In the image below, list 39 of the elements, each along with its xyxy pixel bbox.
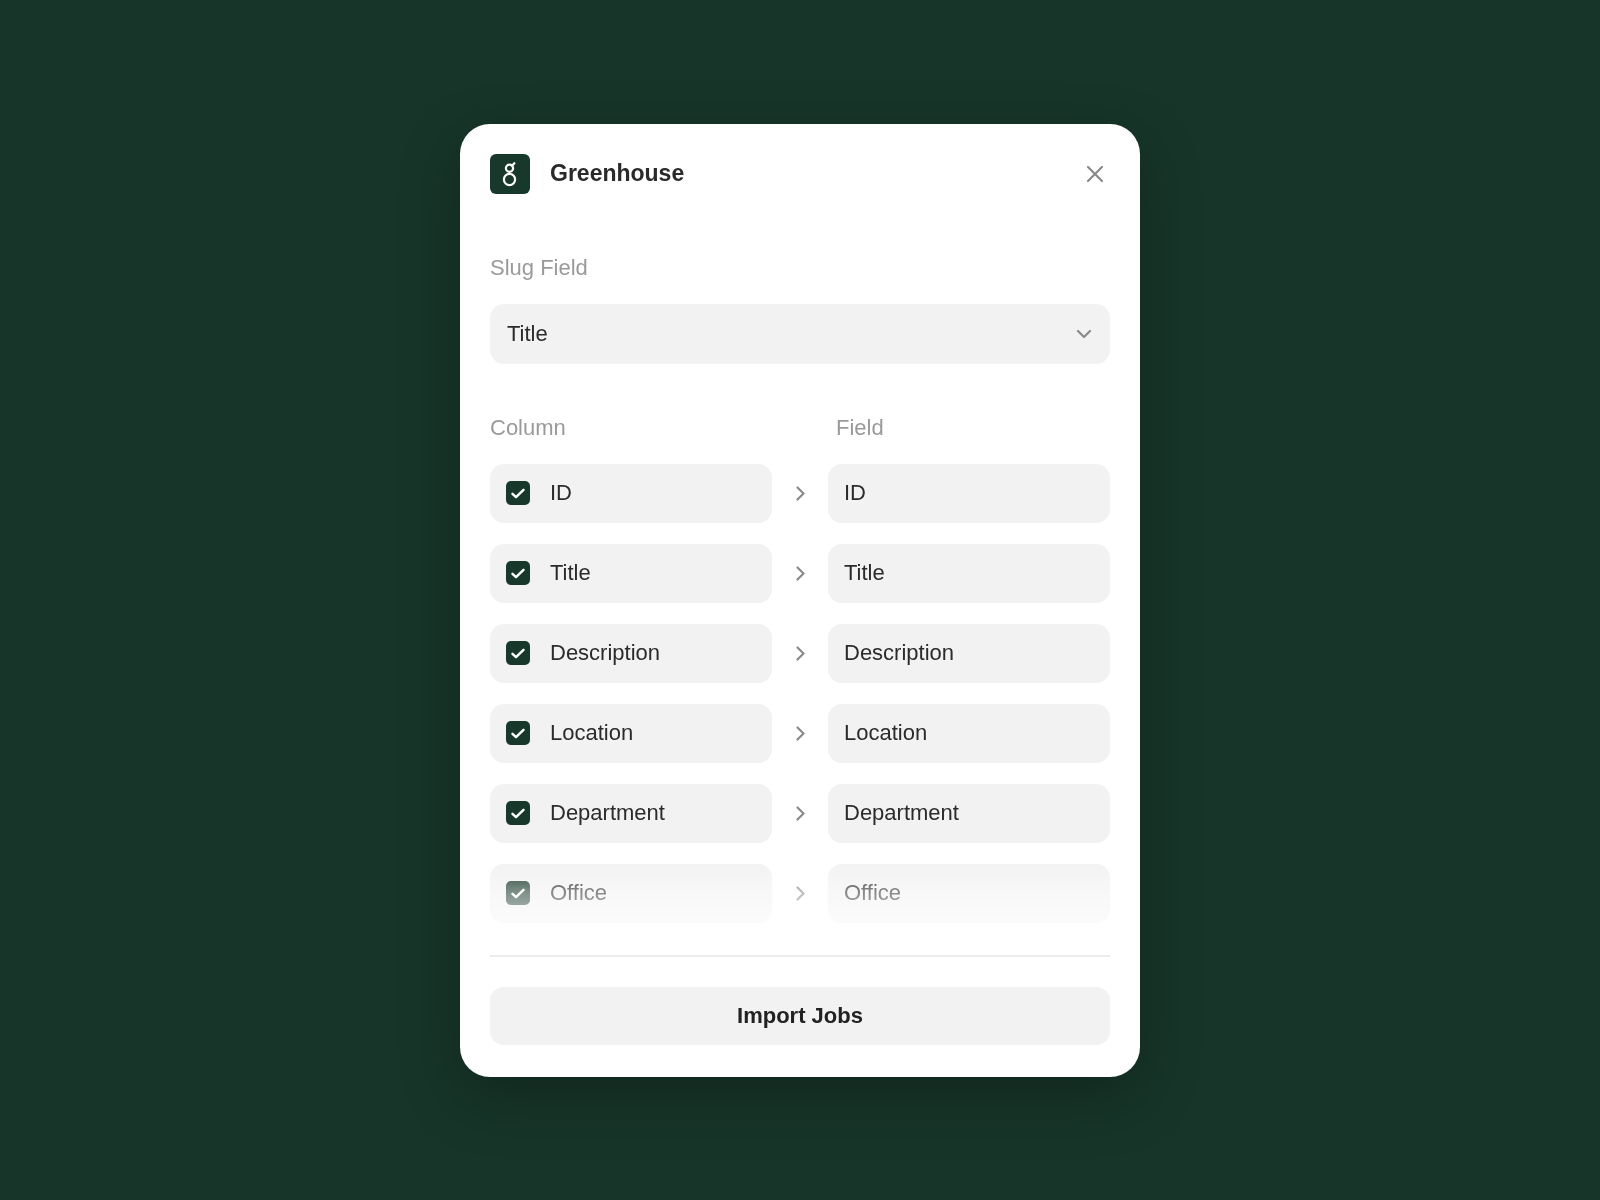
checkbox[interactable]: [506, 801, 530, 825]
field-select[interactable]: Department: [828, 783, 1110, 843]
checkbox[interactable]: [506, 721, 530, 745]
import-jobs-button[interactable]: Import Jobs: [490, 986, 1110, 1045]
field-select[interactable]: ID: [828, 463, 1110, 523]
slug-field-label: Slug Field: [490, 254, 589, 281]
chevron-down-icon: [1076, 328, 1092, 339]
column-label: Location: [550, 720, 634, 746]
dialog-title: Greenhouse: [550, 160, 686, 187]
chevron-right-icon: [795, 805, 805, 821]
column-label: Description: [550, 640, 661, 666]
checkmark-icon: [511, 567, 525, 579]
checkbox[interactable]: [506, 561, 530, 585]
checkbox[interactable]: [506, 481, 530, 505]
checkmark-icon: [511, 487, 525, 499]
close-icon: [1086, 164, 1104, 183]
checkbox[interactable]: [506, 881, 530, 905]
checkmark-icon: [511, 727, 525, 739]
slug-field-select[interactable]: Title: [490, 303, 1110, 364]
field-select[interactable]: Title: [828, 543, 1110, 603]
checkmark-icon: [511, 647, 525, 659]
field-select[interactable]: Location: [828, 703, 1110, 763]
field-header: Field: [835, 414, 885, 441]
chevron-right-icon: [795, 485, 805, 501]
column-header: Column: [490, 414, 567, 441]
column-label: Department: [550, 800, 665, 826]
chevron-right-icon: [795, 645, 805, 661]
close-button[interactable]: [1086, 164, 1104, 183]
chevron-right-icon: [795, 725, 805, 741]
field-select[interactable]: Description: [828, 623, 1110, 683]
column-label: Title: [550, 560, 591, 586]
checkmark-icon: [511, 807, 525, 819]
chevron-right-icon: [795, 565, 805, 581]
logo-icon: [490, 153, 530, 194]
column-label: Office: [550, 880, 608, 906]
column-label: ID: [550, 480, 572, 506]
chevron-right-icon: [795, 885, 805, 901]
checkmark-icon: [511, 887, 525, 899]
checkbox[interactable]: [506, 641, 530, 665]
